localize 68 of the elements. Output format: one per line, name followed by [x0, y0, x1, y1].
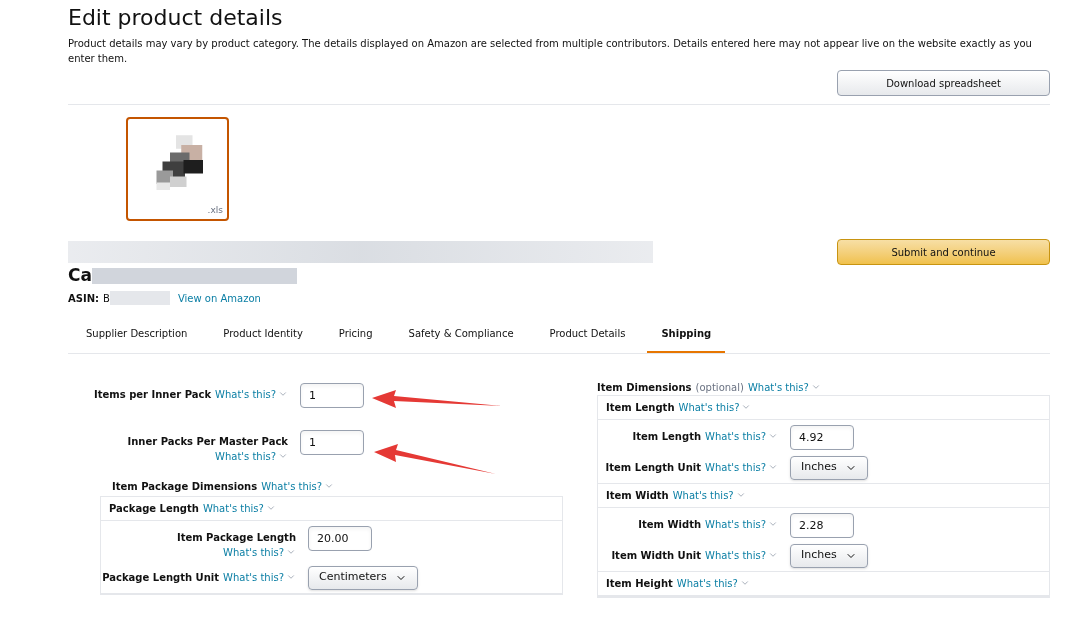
unit-dropdown[interactable]: Inches: [790, 543, 868, 568]
tab[interactable]: Safety & Compliance: [394, 325, 528, 353]
field-label: Items per Inner Pack: [94, 387, 212, 402]
product-title: Ca: [68, 264, 92, 287]
unit-dropdown[interactable]: Inches: [790, 455, 868, 480]
section-title: Item Dimensions: [597, 380, 692, 395]
whats-this-link[interactable]: What's this?: [672, 487, 746, 503]
whats-this-link[interactable]: What's this?: [705, 428, 778, 444]
tab[interactable]: Pricing: [324, 325, 387, 353]
chevron-icon: [768, 550, 778, 560]
field-label: Item Length Unit: [605, 460, 702, 475]
download-spreadsheet-button[interactable]: Download spreadsheet: [837, 70, 1050, 96]
chevron-icon: [741, 402, 752, 412]
chevron-icon: [265, 503, 276, 513]
field-label: Item Length: [632, 429, 702, 444]
chevron-icon: [768, 462, 778, 472]
section-title: Item Package Dimensions: [112, 479, 258, 494]
group-title: Item Width: [606, 488, 669, 503]
chevron-icon: [735, 490, 746, 500]
field-label: Item Package Length: [176, 530, 296, 545]
tab[interactable]: Shipping: [647, 325, 726, 353]
chevron-icon: [324, 481, 335, 491]
submit-button[interactable]: Submit and continue: [837, 239, 1050, 265]
chevron-icon: [278, 451, 288, 461]
unit-dropdown[interactable]: Centimeters: [308, 565, 418, 590]
chevron-icon: [286, 572, 296, 582]
input-field[interactable]: 1: [300, 382, 364, 408]
input-field[interactable]: 20.00: [308, 525, 372, 551]
tab[interactable]: Product Identity: [209, 325, 317, 353]
view-on-amazon-link[interactable]: View on Amazon: [177, 290, 261, 306]
chevron-icon: [768, 431, 778, 441]
tab[interactable]: Product Details: [535, 325, 640, 353]
chevron-icon: [739, 578, 750, 588]
field-label: Package Length Unit: [102, 570, 220, 585]
whats-this-link[interactable]: What's this?: [223, 544, 296, 560]
group-title: Item Length: [606, 400, 675, 415]
file-thumbnail[interactable]: .xls: [126, 117, 229, 221]
whats-this-link[interactable]: What's this?: [676, 575, 750, 591]
file-type-label: .xls: [207, 203, 223, 217]
field-label: Inner Packs Per Master Pack: [127, 434, 288, 449]
page-title: Edit product details: [68, 4, 284, 32]
whats-this-link[interactable]: What's this?: [202, 500, 276, 516]
optional-note: (optional): [695, 380, 744, 395]
whats-this-link[interactable]: What's this?: [223, 569, 296, 585]
chevron-icon: [810, 382, 821, 392]
whats-this-link[interactable]: What's this?: [678, 399, 752, 415]
input-field[interactable]: 1: [300, 429, 364, 455]
whats-this-link[interactable]: What's this?: [705, 547, 778, 563]
asin-label: ASIN:: [68, 291, 100, 306]
field-label: Item Width: [638, 517, 702, 532]
tab[interactable]: Supplier Description: [72, 325, 202, 353]
redacted-text: [109, 291, 170, 305]
group-title: Package Length: [109, 501, 199, 516]
whats-this-link[interactable]: What's this?: [215, 448, 288, 464]
whats-this-link[interactable]: What's this?: [705, 516, 778, 532]
whats-this-link[interactable]: What's this?: [215, 386, 288, 402]
whats-this-link[interactable]: What's this?: [261, 478, 335, 494]
chevron-icon: [768, 519, 778, 529]
chevron-icon: [278, 389, 288, 399]
input-field[interactable]: 2.28: [790, 512, 854, 538]
whats-this-link[interactable]: What's this?: [747, 379, 821, 395]
group-title: Item Height: [606, 576, 673, 591]
field-label: Item Width Unit: [611, 548, 702, 563]
asin-value: B: [103, 291, 110, 306]
chevron-icon: [286, 547, 296, 557]
page-description: Product details may vary by product category. The details displayed on Amazon are selected from multiple contributors. Details entered here may not appear live on the website exactly as you enter them.: [68, 37, 1033, 66]
input-field[interactable]: 4.92: [790, 424, 854, 450]
whats-this-link[interactable]: What's this?: [705, 459, 778, 475]
